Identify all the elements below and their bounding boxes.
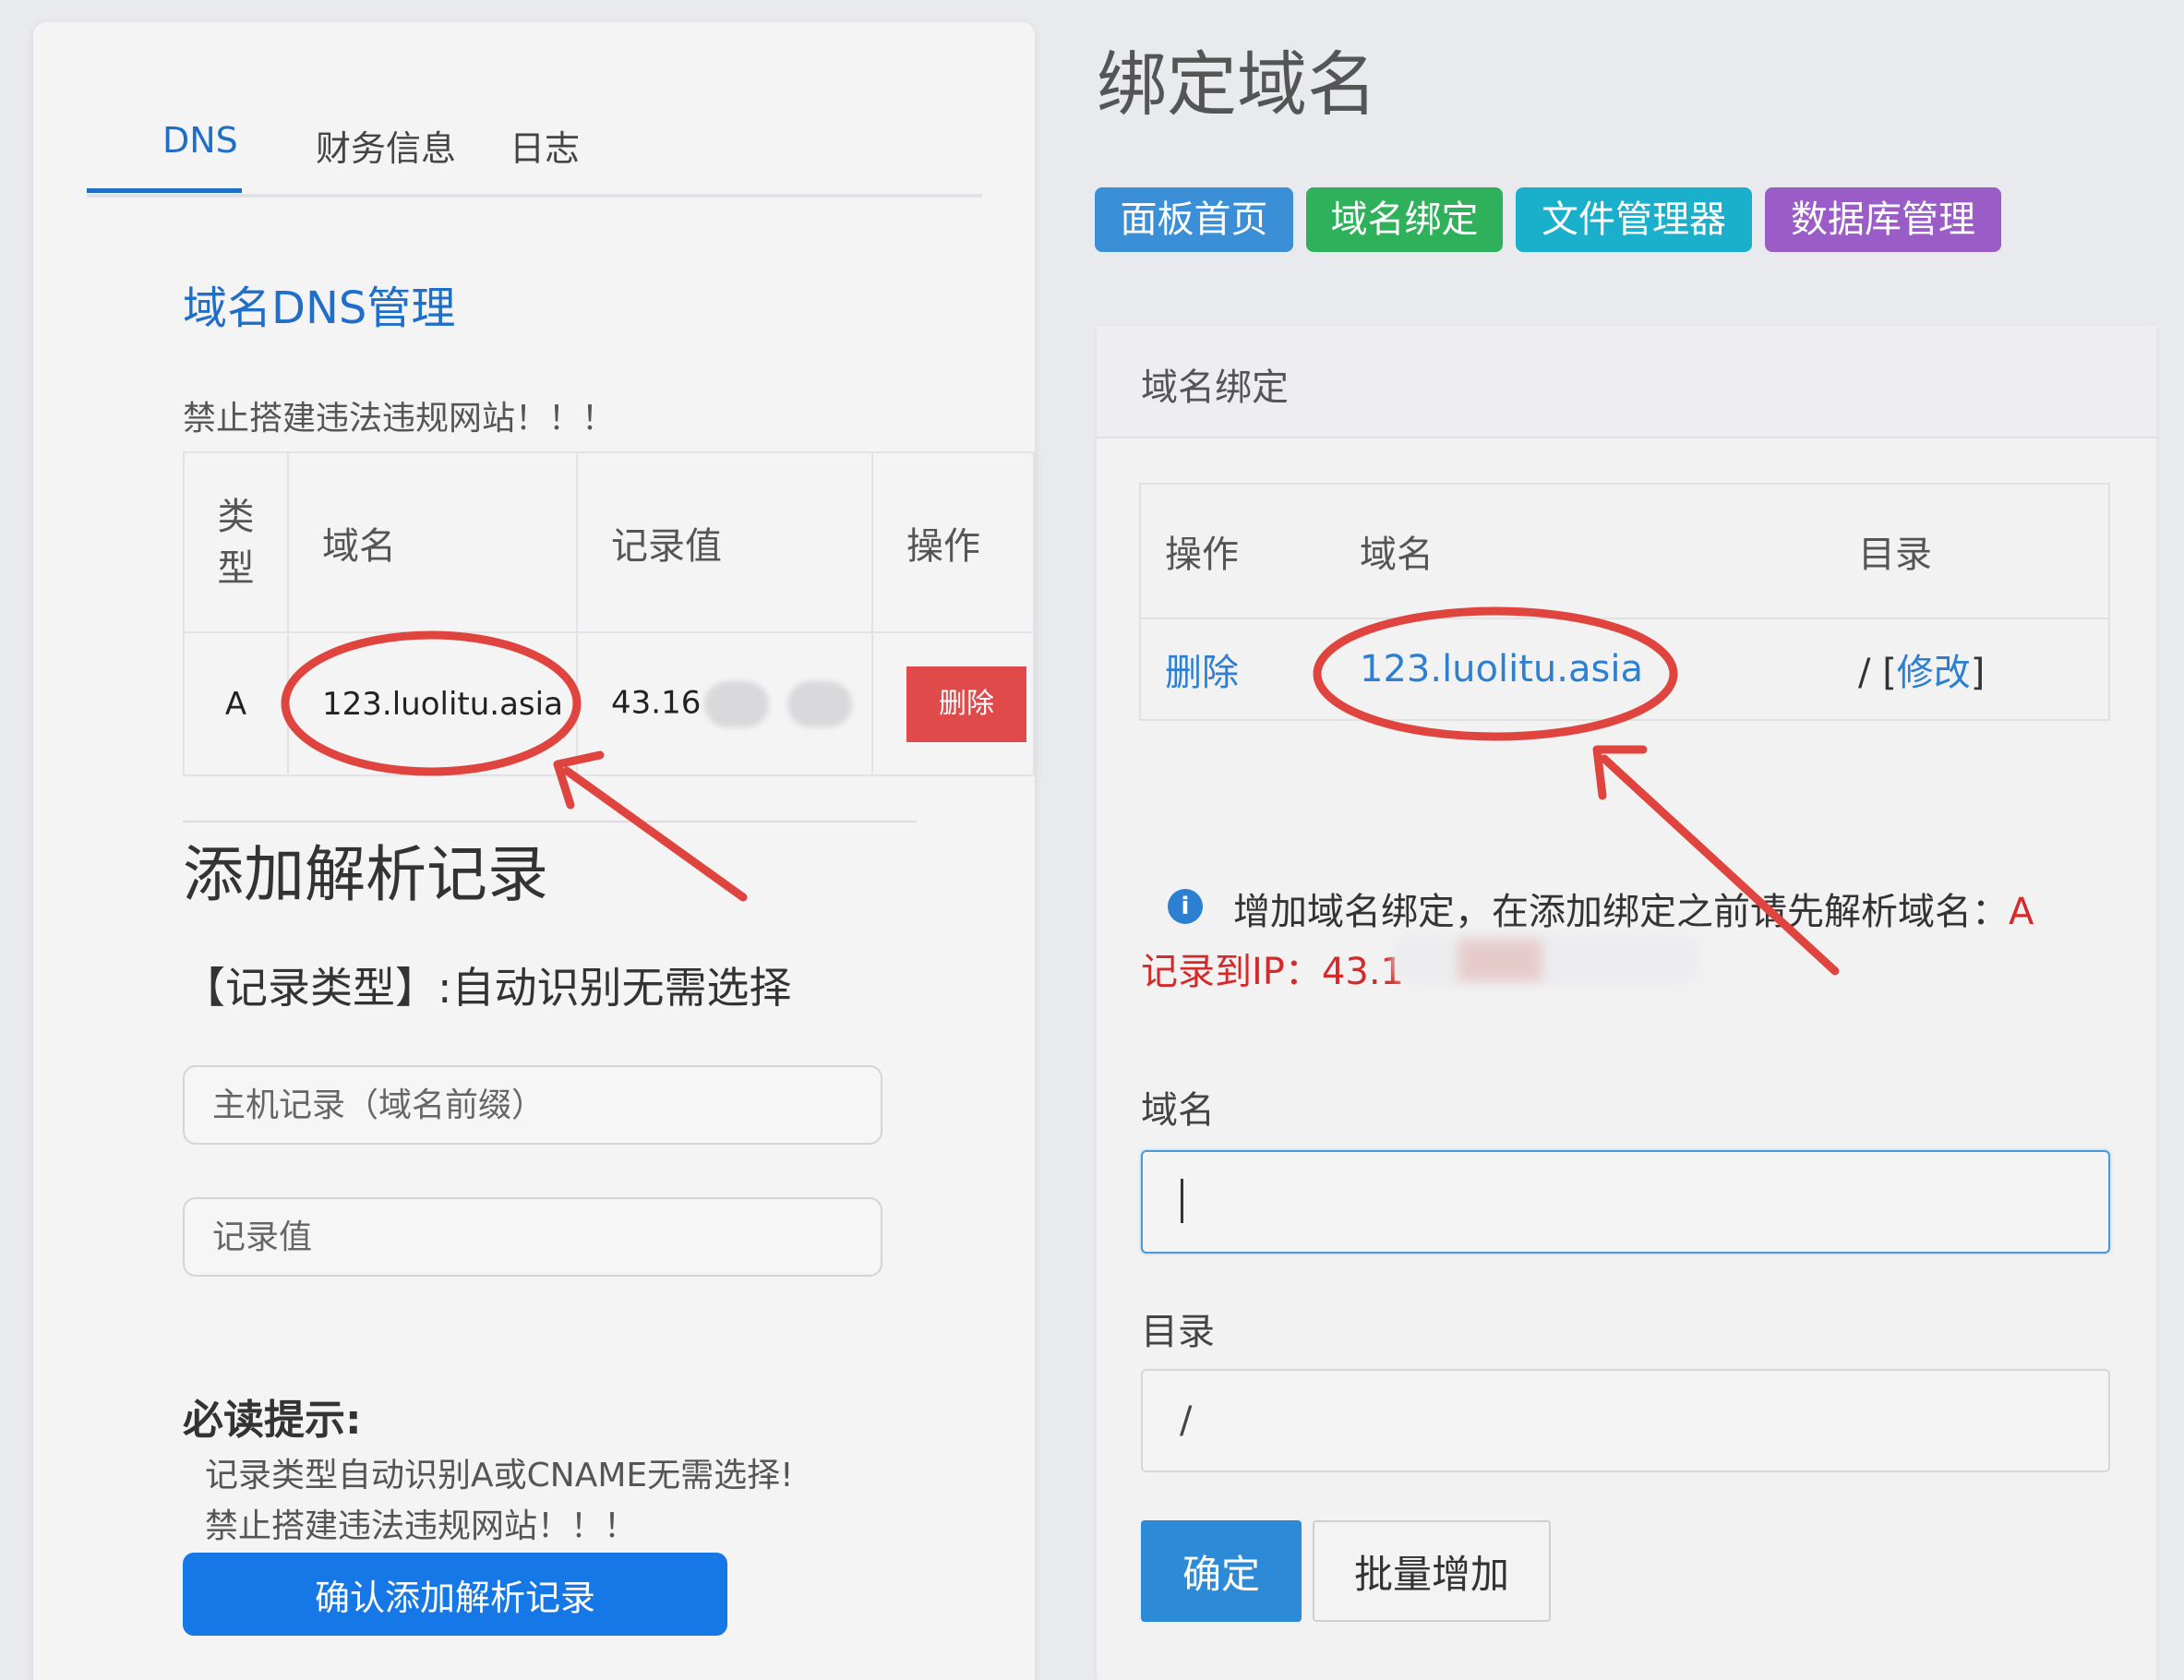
- screenshot-stage: DNS 财务信息 日志 域名DNS管理 禁止搭建违法违规网站！！！ 类 型 域名…: [0, 0, 2184, 1680]
- nav-panel-home-button[interactable]: 面板首页: [1095, 187, 1293, 252]
- redaction-blur: [1394, 934, 1698, 985]
- delete-binding-link[interactable]: 删除: [1165, 652, 1239, 694]
- binding-domain-cell: 123.luolitu.asia: [1336, 618, 1834, 720]
- nav-file-manager-button[interactable]: 文件管理器: [1516, 187, 1752, 252]
- info-message: 增加域名绑定，在添加绑定之前请先解析域名：A: [1233, 882, 2034, 935]
- record-action-cell: 删除: [871, 631, 1035, 776]
- binding-table: 操作 域名 目录 删除 123.luolitu.asia / [修改]: [1139, 483, 2110, 721]
- domain-field-label: 域名: [1141, 1089, 1215, 1132]
- record-value: 43.16: [611, 684, 702, 721]
- info-icon: i: [1168, 889, 1203, 924]
- redaction-blur: [704, 680, 770, 727]
- redaction-blur: [1458, 940, 1542, 981]
- table-header-row: 类 型 域名 记录值 操作: [183, 451, 1035, 633]
- record-type-hint: 【记录类型】:自动识别无需选择: [183, 963, 792, 1013]
- warning-text: 禁止搭建违法违规网站！！！: [183, 400, 616, 438]
- must-read-line: 禁止搭建违法违规网站！！！: [205, 1507, 638, 1545]
- confirm-button[interactable]: 确定: [1141, 1520, 1302, 1622]
- column-header-value: 记录值: [576, 451, 873, 633]
- domain-input[interactable]: [1141, 1150, 2110, 1254]
- column-header-type-line1: 类: [217, 495, 255, 538]
- directory-field-label: 目录: [1141, 1311, 1215, 1353]
- column-header-domain: 域名: [1336, 483, 1834, 618]
- binding-action-cell: 删除: [1140, 618, 1336, 720]
- batch-add-button[interactable]: 批量增加: [1313, 1520, 1551, 1622]
- info-message-text: 增加域名绑定，在添加绑定之前请先解析域名：: [1233, 891, 2009, 933]
- page-title: 绑定域名: [1097, 43, 1377, 126]
- tab-bar: DNS 财务信息 日志: [87, 96, 982, 198]
- add-record-title: 添加解析记录: [183, 839, 548, 910]
- column-header-directory: 目录: [1834, 483, 2109, 618]
- info-ip-line: 记录到IP：43.1: [1141, 951, 1404, 993]
- nav-database-manager-button[interactable]: 数据库管理: [1765, 187, 2001, 252]
- dns-record-table: 类 型 域名 记录值 操作 A 123.luolitu.asia 43.16 删…: [183, 451, 1035, 776]
- must-read-title: 必读提示:: [183, 1397, 362, 1444]
- column-header-action: 操作: [871, 451, 1035, 633]
- host-record-input[interactable]: [183, 1065, 882, 1145]
- panel-header: 域名绑定: [1097, 326, 2156, 438]
- table-row: 删除 123.luolitu.asia / [修改]: [1140, 618, 2109, 720]
- panel-title: 域名绑定: [1141, 366, 1289, 409]
- dns-panel: DNS 财务信息 日志 域名DNS管理 禁止搭建违法违规网站！！！ 类 型 域名…: [33, 22, 1035, 1680]
- tab-dns[interactable]: DNS: [162, 120, 238, 161]
- tab-finance[interactable]: 财务信息: [316, 120, 456, 171]
- directory-prefix: / [: [1858, 652, 1897, 694]
- redaction-blur: [787, 680, 853, 727]
- record-value-input[interactable]: [183, 1197, 882, 1277]
- column-header-type: 类 型: [183, 451, 289, 633]
- divider: [183, 821, 917, 822]
- nav-domain-binding-button[interactable]: 域名绑定: [1306, 187, 1503, 252]
- record-type: A: [183, 631, 289, 776]
- column-header-action: 操作: [1140, 483, 1336, 618]
- tab-logs[interactable]: 日志: [510, 120, 580, 171]
- delete-record-button[interactable]: 删除: [906, 666, 1026, 742]
- record-value-cell: 43.16: [576, 631, 873, 776]
- text-caret: [1181, 1179, 1183, 1223]
- section-title: 域名DNS管理: [183, 282, 456, 334]
- info-record-type: A: [2009, 891, 2034, 933]
- table-header-row: 操作 域名 目录: [1140, 483, 2109, 618]
- record-domain: 123.luolitu.asia: [287, 631, 578, 776]
- column-header-domain: 域名: [287, 451, 578, 633]
- edit-directory-link[interactable]: 修改: [1897, 652, 1971, 694]
- active-tab-indicator: [87, 188, 242, 193]
- column-header-type-line2: 型: [217, 546, 255, 590]
- table-row: A 123.luolitu.asia 43.16 删除: [183, 631, 1035, 776]
- binding-directory-cell: / [修改]: [1834, 618, 2109, 720]
- directory-input[interactable]: [1141, 1369, 2110, 1472]
- confirm-add-record-button[interactable]: 确认添加解析记录: [183, 1553, 727, 1636]
- domain-binding-panel: 域名绑定 操作 域名 目录 删除 123.luolitu.asia / [修改]: [1097, 326, 2156, 1680]
- binding-domain-link[interactable]: 123.luolitu.asia: [1360, 648, 1643, 690]
- directory-suffix: ]: [1970, 652, 1986, 694]
- must-read-line: 记录类型自动识别A或CNAME无需选择!: [205, 1457, 794, 1494]
